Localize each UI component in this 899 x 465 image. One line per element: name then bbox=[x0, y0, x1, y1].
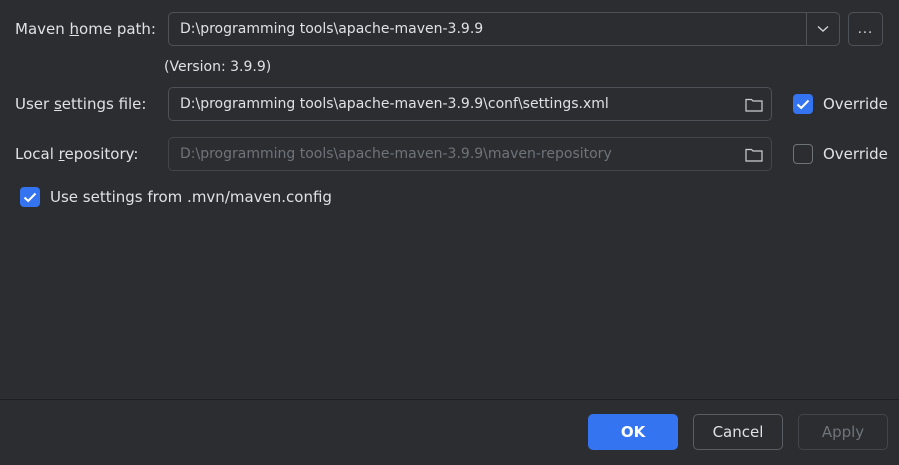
maven-version-text: (Version: 3.9.9) bbox=[164, 59, 272, 75]
user-settings-value: D:\programming tools\apache-maven-3.9.9\… bbox=[180, 96, 609, 112]
mvn-config-checkbox[interactable] bbox=[20, 187, 40, 207]
folder-icon bbox=[737, 138, 771, 170]
ok-button[interactable]: OK bbox=[588, 414, 678, 450]
maven-settings-panel: Maven home path: D:\programming tools\ap… bbox=[0, 0, 899, 465]
local-repository-label: Local repository: bbox=[15, 145, 139, 163]
user-settings-label: User settings file: bbox=[15, 95, 147, 113]
footer-divider bbox=[0, 399, 899, 400]
mvn-config-label: Use settings from .mvn/maven.config bbox=[50, 188, 332, 206]
chevron-down-icon[interactable] bbox=[807, 13, 839, 45]
user-settings-override-checkbox[interactable] bbox=[793, 94, 813, 114]
local-repository-override-label: Override bbox=[823, 145, 888, 163]
user-settings-override-label: Override bbox=[823, 95, 888, 113]
maven-home-value: D:\programming tools\apache-maven-3.9.9 bbox=[180, 21, 484, 37]
apply-button[interactable]: Apply bbox=[798, 414, 888, 450]
maven-home-label: Maven home path: bbox=[15, 20, 156, 38]
browse-maven-home-button[interactable]: ... bbox=[848, 12, 883, 46]
local-repository-value: D:\programming tools\apache-maven-3.9.9\… bbox=[180, 146, 612, 162]
maven-home-combobox[interactable]: D:\programming tools\apache-maven-3.9.9 bbox=[168, 12, 840, 46]
cancel-button[interactable]: Cancel bbox=[693, 414, 783, 450]
folder-icon[interactable] bbox=[737, 88, 771, 120]
local-repository-override-checkbox[interactable] bbox=[793, 144, 813, 164]
local-repository-field: D:\programming tools\apache-maven-3.9.9\… bbox=[168, 137, 772, 171]
user-settings-field[interactable]: D:\programming tools\apache-maven-3.9.9\… bbox=[168, 87, 772, 121]
